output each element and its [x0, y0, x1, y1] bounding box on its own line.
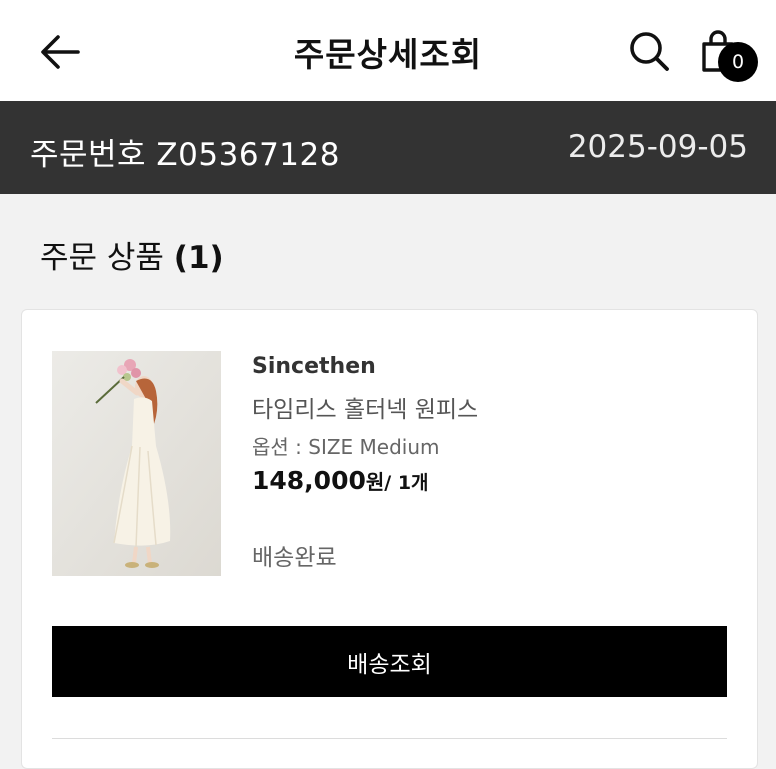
- order-info-bar: 주문번호 Z05367128 2025-09-05: [0, 101, 776, 194]
- top-app-bar: 주문상세조회 0: [0, 0, 776, 101]
- order-date: 2025-09-05: [567, 129, 748, 165]
- price-currency: 원: [365, 470, 385, 494]
- cart-count-badge: 0: [718, 42, 758, 82]
- product-photo-illustration: [52, 351, 221, 576]
- product-price-line: 148,000원/ 1개: [252, 466, 429, 495]
- delivery-status: 배송완료: [252, 545, 337, 571]
- product-price: 148,000: [252, 466, 366, 495]
- section-item-count: (1): [173, 240, 224, 276]
- product-option: 옵션 : SIZE Medium: [252, 435, 440, 459]
- search-icon: [630, 32, 669, 71]
- product-quantity: / 1개: [384, 472, 429, 494]
- search-button[interactable]: [624, 26, 674, 76]
- order-item-card: Sincethen 타임리스 홀터넥 원피스 옵션 : SIZE Medium …: [21, 309, 758, 769]
- product-name[interactable]: 타임리스 홀터넥 원피스: [252, 390, 478, 424]
- section-title: 주문 상품 (1): [40, 232, 224, 277]
- product-image[interactable]: [52, 351, 221, 576]
- product-brand: Sincethen: [252, 354, 376, 379]
- track-delivery-button[interactable]: 배송조회: [52, 626, 727, 697]
- divider: [52, 738, 727, 739]
- cart-button[interactable]: 0: [694, 24, 764, 88]
- section-title-label: 주문 상품: [40, 240, 174, 276]
- order-number: 주문번호 Z05367128: [30, 137, 340, 173]
